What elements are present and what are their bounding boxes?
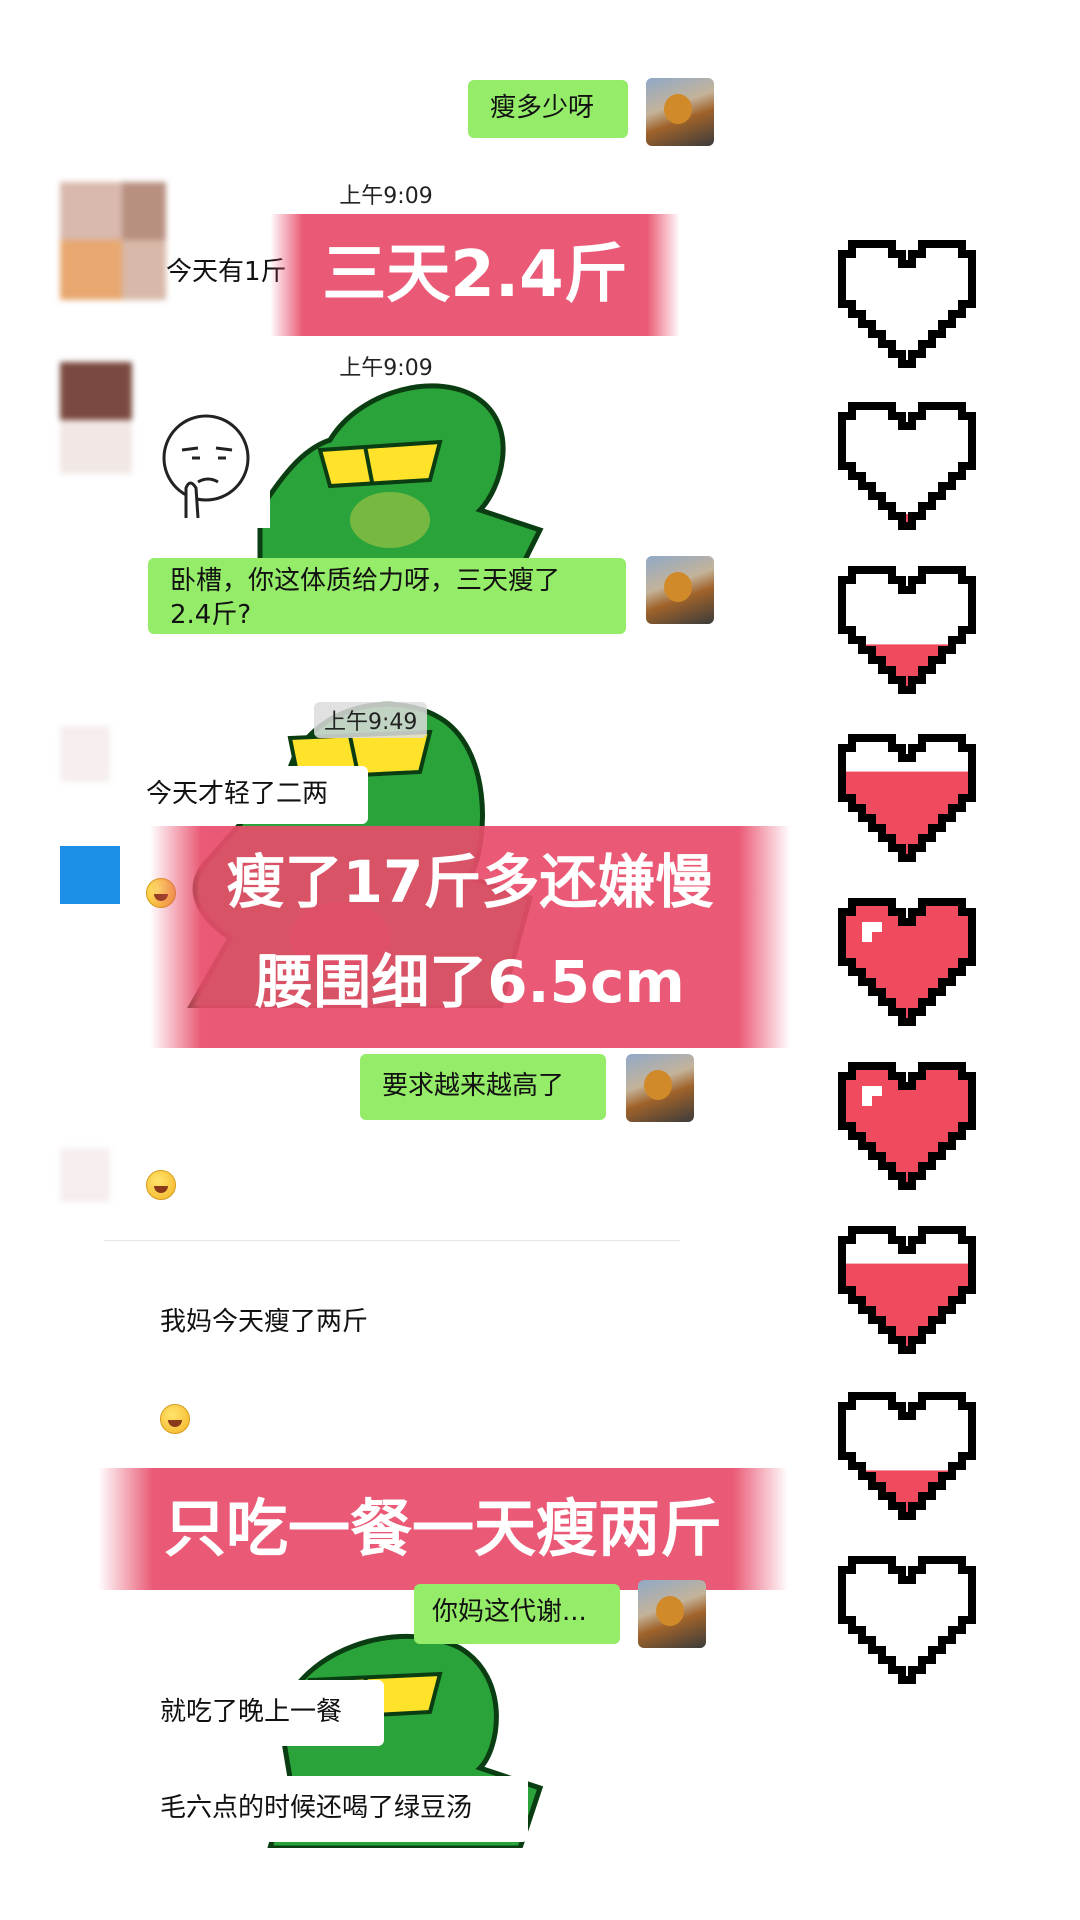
message-bubble-sent[interactable]: 瘦多少呀	[468, 80, 628, 138]
banner-line: 腰围细了6.5cm	[255, 948, 685, 1016]
laughing-emoji-icon	[146, 1170, 176, 1200]
thinking-face-sticker-icon	[146, 408, 270, 528]
message-bubble-sent[interactable]: 要求越来越高了	[360, 1054, 606, 1120]
timestamp: 上午9:49	[314, 702, 428, 738]
overlay-banner: 瘦了17斤多还嫌慢 腰围细了6.5cm	[150, 826, 790, 1048]
overlay-banner: 三天2.4斤	[270, 214, 680, 336]
divider	[104, 1240, 680, 1241]
message-text: 我妈今天瘦了两斤	[160, 1307, 369, 1337]
pixel-heart-icon	[838, 1062, 976, 1190]
message-text: 卧槽，你这体质给力呀，三天瘦了	[170, 566, 561, 596]
message-bubble-received[interactable]: 毛六点的时候还喝了绿豆汤	[140, 1776, 528, 1842]
pixel-heart-icon	[838, 240, 976, 368]
contact-avatar[interactable]	[60, 726, 110, 782]
message-bubble-sent[interactable]: 卧槽，你这体质给力呀，三天瘦了 2.4斤?	[148, 558, 626, 634]
message-bubble-sent[interactable]: 你妈这代谢...	[414, 1584, 620, 1644]
heart-fill	[842, 1470, 972, 1516]
my-avatar[interactable]	[646, 78, 714, 146]
message-bubble-received[interactable]: 今天才轻了二两	[134, 766, 368, 824]
overlay-banner: 只吃一餐一天瘦两斤	[98, 1468, 788, 1590]
pixel-heart-icon	[838, 566, 976, 694]
timestamp: 上午9:09	[339, 356, 433, 381]
crocodile-sticker-icon	[257, 383, 544, 570]
contact-avatar[interactable]	[60, 1148, 110, 1202]
message-text: 2.4斤?	[170, 600, 252, 630]
timestamp: 上午9:09	[339, 184, 433, 209]
banner-line: 瘦了17斤多还嫌慢	[226, 848, 714, 916]
message-bubble-received[interactable]: 就吃了晚上一餐	[140, 1680, 384, 1746]
my-avatar[interactable]	[646, 556, 714, 624]
heart-fill	[842, 644, 972, 690]
message-text: 今天有1斤	[166, 257, 287, 287]
pixel-heart-icon	[838, 402, 976, 530]
contact-avatar[interactable]	[60, 846, 120, 904]
contact-avatar[interactable]	[60, 362, 132, 474]
pixel-heart-icon	[838, 1226, 976, 1354]
heart-fill	[842, 771, 972, 858]
pixel-heart-icon	[838, 1556, 976, 1684]
contact-avatar[interactable]	[60, 182, 166, 300]
my-avatar[interactable]	[638, 1580, 706, 1648]
laughing-emoji-icon	[160, 1404, 190, 1434]
pixel-heart-icon	[838, 898, 976, 1026]
pixel-heart-icon	[838, 734, 976, 862]
pixel-heart-icon	[838, 1392, 976, 1520]
heart-fill	[842, 1263, 972, 1350]
my-avatar[interactable]	[626, 1054, 694, 1122]
